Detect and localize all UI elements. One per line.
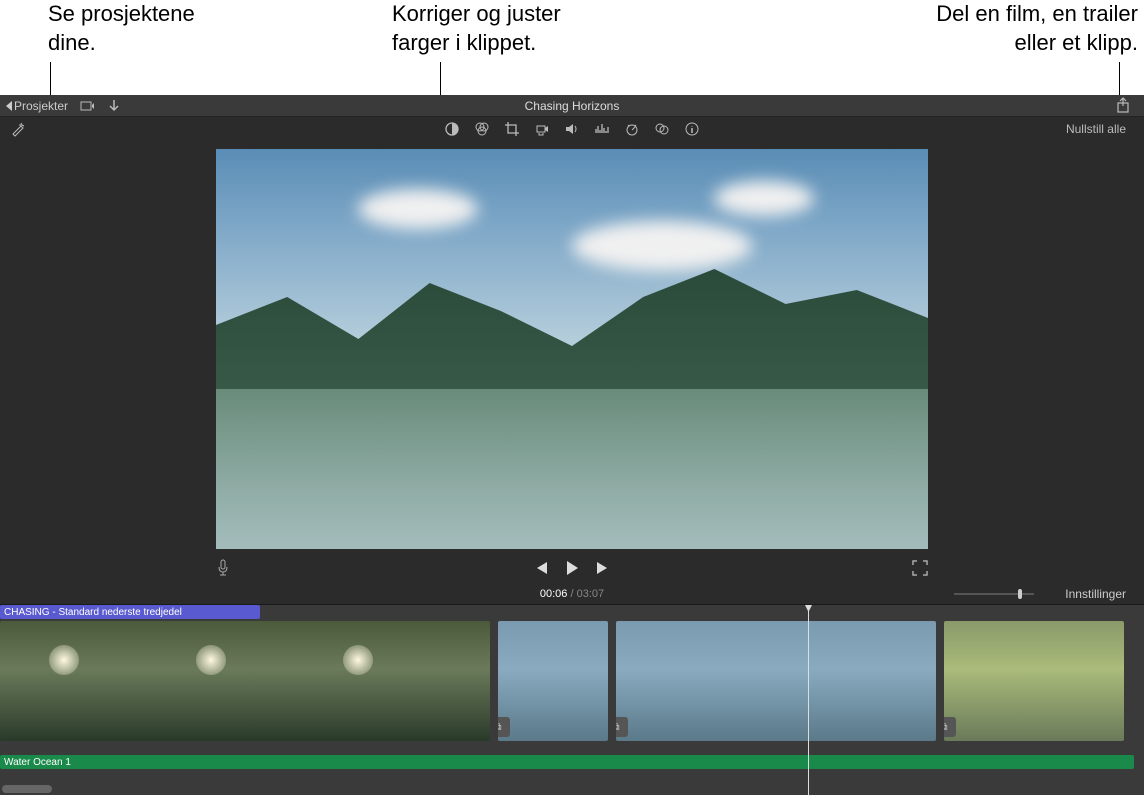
next-frame-button[interactable] [595, 561, 611, 575]
info-icon[interactable] [684, 121, 700, 137]
chevron-left-icon [6, 101, 12, 111]
transition-icon[interactable]: ⧉ [498, 717, 510, 737]
timecode-row: 00:06 / 03:07 Innstillinger [0, 583, 1144, 605]
top-toolbar: Prosjekter Chasing Horizons [0, 95, 1144, 117]
imovie-app-window: Prosjekter Chasing Horizons [0, 95, 1144, 795]
share-button[interactable] [1116, 97, 1130, 113]
transition-icon[interactable]: ⧉ [944, 717, 956, 737]
noise-reduction-icon[interactable] [594, 121, 610, 137]
fullscreen-button[interactable] [912, 560, 928, 576]
callout-color: Korriger og justerfarger i klippet. [392, 0, 561, 57]
download-icon[interactable] [108, 99, 120, 113]
preview-viewport[interactable] [216, 149, 928, 549]
prev-frame-button[interactable] [533, 561, 549, 575]
projects-back-button[interactable]: Prosjekter [6, 99, 68, 113]
magic-wand-icon[interactable] [10, 121, 26, 137]
callout-share: Del en film, en trailereller et klipp. [936, 0, 1138, 57]
inspector-toolbar: Nullstill alle [0, 117, 1144, 141]
transition-icon[interactable]: ⧉ [616, 717, 628, 737]
audio-clip[interactable]: Water Ocean 1 [0, 755, 1134, 769]
crop-icon[interactable] [504, 121, 520, 137]
color-balance-icon[interactable] [444, 121, 460, 137]
timeline-scrollbar[interactable] [2, 785, 52, 793]
timeline-zoom-slider[interactable] [954, 588, 1034, 600]
callout-projects: Se prosjektenedine. [48, 0, 195, 57]
title-clip[interactable]: CHASING - Standard nederste tredjedel [0, 605, 260, 619]
viewer-panel [0, 141, 1144, 583]
settings-button[interactable]: Innstillinger [1065, 587, 1126, 601]
play-button[interactable] [565, 560, 579, 576]
timecode-display: 00:06 / 03:07 [540, 588, 604, 600]
playhead[interactable] [808, 605, 809, 795]
projects-label: Prosjekter [14, 99, 68, 113]
playback-controls-row [216, 553, 928, 583]
volume-icon[interactable] [564, 121, 580, 137]
stabilize-icon[interactable] [534, 121, 550, 137]
clip-filter-icon[interactable] [654, 121, 670, 137]
voiceover-mic-icon[interactable] [216, 559, 230, 577]
video-clip[interactable]: ⧉ [944, 621, 1124, 741]
media-import-icon[interactable] [80, 99, 96, 113]
speed-icon[interactable] [624, 121, 640, 137]
reset-all-button[interactable]: Nullstill alle [1066, 122, 1126, 136]
timeline-panel[interactable]: CHASING - Standard nederste tredjedel ⧉ … [0, 605, 1144, 795]
video-clip[interactable] [0, 621, 490, 741]
video-clip[interactable]: ⧉ [498, 621, 608, 741]
project-title: Chasing Horizons [525, 99, 620, 113]
video-track: ⧉ ⧉ ⧉ [0, 621, 1144, 741]
video-clip[interactable]: ⧉ [616, 621, 936, 741]
color-correction-icon[interactable] [474, 121, 490, 137]
